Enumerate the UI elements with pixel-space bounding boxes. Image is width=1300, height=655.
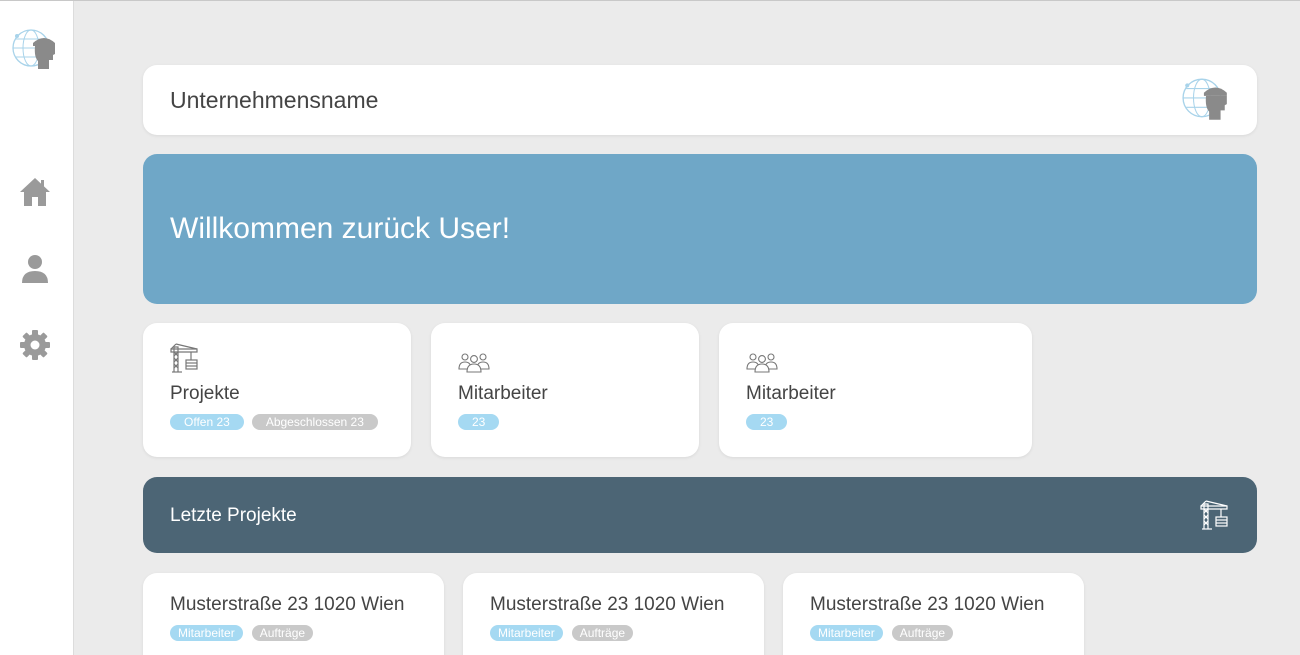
stat-title: Projekte [170, 383, 240, 404]
logo-icon[interactable] [11, 27, 59, 73]
team-icon [458, 353, 490, 373]
project-card[interactable]: Musterstraße 23 1020 Wien Mitarbeiter Au… [783, 573, 1084, 655]
project-address: Musterstraße 23 1020 Wien [810, 594, 1045, 615]
projects-stat-card[interactable]: Projekte Offen 23 Abgeschlossen 23 [143, 323, 411, 457]
sidebar [0, 1, 74, 655]
stat-badges: Offen 23 Abgeschlossen 23 [170, 414, 378, 430]
orders-badge[interactable]: Aufträge [891, 625, 954, 641]
main-content: Unternehmensname Willkommen zurück User! [75, 1, 1300, 655]
closed-projects-badge[interactable]: Abgeschlossen 23 [251, 414, 378, 430]
company-header: Unternehmensname [143, 65, 1257, 135]
recent-projects-title: Letzte Projekte [170, 505, 297, 526]
crane-icon [170, 343, 198, 373]
employees-badge[interactable]: Mitarbeiter [810, 625, 883, 641]
crane-icon[interactable] [1200, 499, 1230, 531]
sidebar-item-settings[interactable] [18, 328, 52, 362]
employees-badge[interactable]: Mitarbeiter [490, 625, 563, 641]
home-icon [20, 178, 50, 206]
company-name: Unternehmensname [170, 87, 379, 113]
project-badges: Mitarbeiter Aufträge [810, 625, 954, 641]
gear-icon [20, 330, 50, 360]
project-card[interactable]: Musterstraße 23 1020 Wien Mitarbeiter Au… [463, 573, 764, 655]
orders-badge[interactable]: Aufträge [251, 625, 314, 641]
employees-badge[interactable]: Mitarbeiter [170, 625, 243, 641]
sidebar-item-home[interactable] [18, 175, 52, 209]
employee-count-badge[interactable]: 23 [746, 414, 788, 430]
team-icon [746, 353, 778, 373]
project-badges: Mitarbeiter Aufträge [170, 625, 314, 641]
stat-title: Mitarbeiter [458, 383, 548, 404]
stat-title: Mitarbeiter [746, 383, 836, 404]
stat-badges: 23 [458, 414, 500, 430]
employees-stat-card-2[interactable]: Mitarbeiter 23 [719, 323, 1032, 457]
sidebar-item-profile[interactable] [18, 252, 52, 286]
recent-projects-header: Letzte Projekte [143, 477, 1257, 553]
welcome-message: Willkommen zurück User! [170, 212, 511, 245]
project-card[interactable]: Musterstraße 23 1020 Wien Mitarbeiter Au… [143, 573, 444, 655]
welcome-banner: Willkommen zurück User! [143, 154, 1257, 304]
project-address: Musterstraße 23 1020 Wien [490, 594, 725, 615]
employee-count-badge[interactable]: 23 [458, 414, 500, 430]
user-icon [22, 255, 48, 283]
company-logo-icon[interactable] [1181, 76, 1231, 124]
open-projects-badge[interactable]: Offen 23 [170, 414, 244, 430]
project-badges: Mitarbeiter Aufträge [490, 625, 634, 641]
project-address: Musterstraße 23 1020 Wien [170, 594, 405, 615]
orders-badge[interactable]: Aufträge [571, 625, 634, 641]
stat-badges: 23 [746, 414, 788, 430]
employees-stat-card[interactable]: Mitarbeiter 23 [431, 323, 699, 457]
